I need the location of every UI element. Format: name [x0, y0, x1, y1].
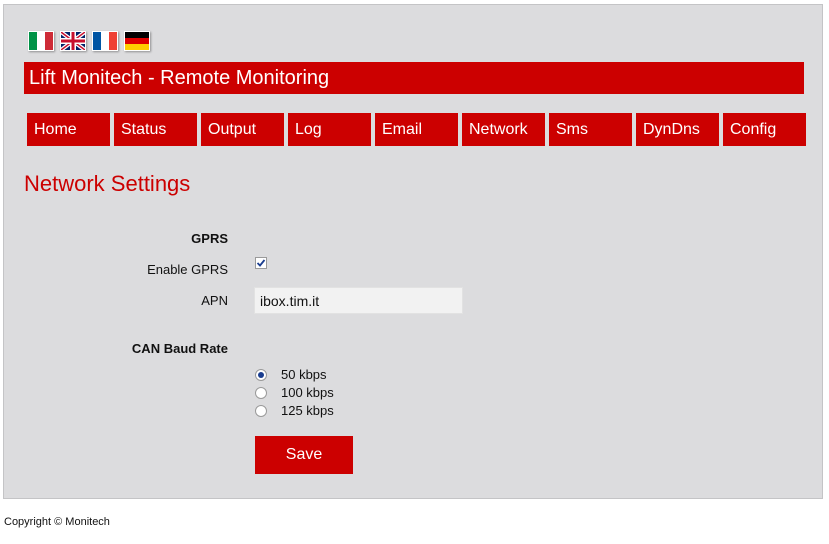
enable-gprs-checkbox[interactable] — [255, 257, 267, 269]
radio-label-50kbps: 50 kbps — [281, 367, 327, 382]
can-option-100[interactable]: 100 kbps — [255, 385, 334, 400]
can-baud-rate-label: CAN Baud Rate — [131, 341, 228, 356]
enable-gprs-label: Enable GPRS — [147, 262, 228, 277]
nav-item-email[interactable]: Email — [375, 113, 458, 146]
page-title: Network Settings — [24, 171, 191, 196]
nav-item-status[interactable]: Status — [114, 113, 197, 146]
radio-label-100kbps: 100 kbps — [281, 385, 334, 400]
can-option-125[interactable]: 125 kbps — [255, 403, 334, 418]
apn-input[interactable] — [254, 287, 463, 314]
radio-50kbps[interactable] — [255, 368, 267, 381]
apn-label: APN — [201, 293, 228, 308]
main-panel: Lift Monitech - Remote Monitoring Home S… — [3, 4, 823, 499]
nav-item-output[interactable]: Output — [201, 113, 284, 146]
save-button[interactable]: Save — [255, 436, 353, 474]
gprs-section-label: GPRS — [191, 231, 228, 246]
flag-germany-icon[interactable] — [124, 31, 150, 51]
flag-italy-icon[interactable] — [28, 31, 54, 51]
nav-item-sms[interactable]: Sms — [549, 113, 632, 146]
radio-label-125kbps: 125 kbps — [281, 403, 334, 418]
app-title: Lift Monitech - Remote Monitoring — [24, 62, 804, 94]
nav-item-log[interactable]: Log — [288, 113, 371, 146]
radio-125kbps[interactable] — [255, 404, 267, 417]
radio-100kbps[interactable] — [255, 386, 267, 399]
main-navigation: Home Status Output Log Email Network Sms… — [27, 113, 806, 146]
flag-uk-icon[interactable] — [60, 31, 86, 51]
copyright-text: Copyright © Monitech — [4, 516, 110, 528]
language-flags — [28, 31, 150, 51]
can-option-50[interactable]: 50 kbps — [255, 367, 327, 382]
nav-item-dyndns[interactable]: DynDns — [636, 113, 719, 146]
nav-item-network[interactable]: Network — [462, 113, 545, 146]
nav-item-home[interactable]: Home — [27, 113, 110, 146]
flag-france-icon[interactable] — [92, 31, 118, 51]
nav-item-config[interactable]: Config — [723, 113, 806, 146]
checkmark-icon — [256, 259, 266, 267]
